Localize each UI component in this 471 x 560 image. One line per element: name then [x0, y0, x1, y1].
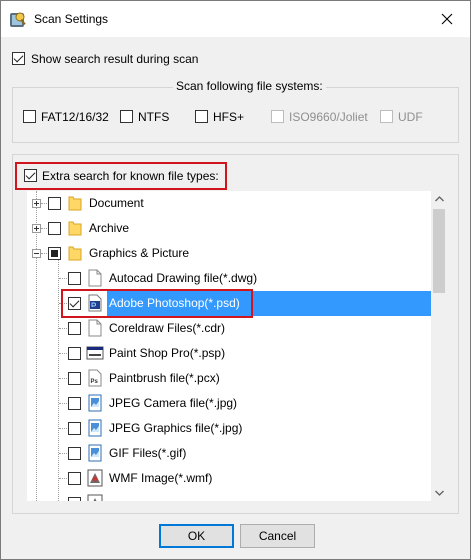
tree-item-label: Archive	[89, 221, 130, 235]
ok-button[interactable]: OK	[159, 524, 234, 548]
tree-checkbox[interactable]	[48, 247, 61, 260]
blank-document-icon	[88, 319, 102, 340]
ntfs-label[interactable]: NTFS	[138, 110, 169, 124]
extra-search-label[interactable]: Extra search for known file types:	[42, 169, 219, 183]
tree-checkbox[interactable]	[68, 422, 81, 435]
iso9660-label: ISO9660/Joliet	[289, 110, 368, 124]
fat-label[interactable]: FAT12/16/32	[41, 110, 109, 124]
tree-item-jpeg-graphics[interactable]: JPEG Graphics file(*.jpg)	[27, 416, 431, 441]
tree-item-label: Coreldraw Files(*.cdr)	[109, 321, 226, 335]
tree-connector	[59, 328, 67, 329]
tree-item-label: Autocad Drawing file(*.dwg)	[109, 271, 258, 285]
tree-scrollbar[interactable]	[431, 191, 447, 501]
tree-item-paint-shop-pro[interactable]: Paint Shop Pro(*.psp)	[27, 341, 431, 366]
tree-checkbox[interactable]	[68, 322, 81, 335]
hfs-label[interactable]: HFS+	[213, 110, 244, 124]
tree-checkbox[interactable]	[48, 222, 61, 235]
tree-item-label: Document	[89, 196, 144, 210]
file-types-tree[interactable]: Document Archive Graphics & Picture Auto…	[27, 191, 447, 501]
tree-connector	[59, 353, 67, 354]
tree-item-label: GIF Files(*.gif)	[109, 446, 187, 460]
close-button[interactable]	[424, 1, 469, 37]
expand-icon[interactable]	[32, 224, 41, 233]
collapse-icon[interactable]	[32, 249, 41, 258]
tree-checkbox[interactable]	[68, 272, 81, 285]
tree-checkbox[interactable]	[68, 447, 81, 460]
tree-item-document[interactable]: Document	[27, 191, 431, 216]
udf-label: UDF	[398, 110, 423, 124]
tree-connector	[59, 278, 67, 279]
folder-icon	[68, 245, 82, 264]
iso9660-checkbox	[271, 110, 284, 123]
tree-checkbox[interactable]	[68, 497, 81, 501]
tree-item-label: Paintbrush file(*.pcx)	[109, 371, 220, 385]
tree-item-coreldraw[interactable]: Coreldraw Files(*.cdr)	[27, 316, 431, 341]
title-bar: Scan Settings	[1, 1, 470, 37]
expand-icon[interactable]	[32, 199, 41, 208]
scan-settings-dialog: Scan Settings Show search result during …	[0, 0, 471, 560]
svg-text:Ps: Ps	[91, 379, 99, 385]
ntfs-checkbox[interactable]	[120, 110, 133, 123]
window-title: Scan Settings	[34, 12, 109, 26]
tree-checkbox[interactable]	[68, 347, 81, 360]
tree-checkbox[interactable]	[68, 397, 81, 410]
scroll-up-button[interactable]	[431, 191, 447, 207]
tree-item-wmf[interactable]: WMF Image(*.wmf)	[27, 466, 431, 491]
scan-settings-app-icon	[9, 10, 27, 28]
udf-checkbox	[380, 110, 393, 123]
folder-icon	[68, 195, 82, 214]
show-search-result-checkbox[interactable]	[12, 52, 25, 65]
tree-item-graphics-picture[interactable]: Graphics & Picture	[27, 241, 431, 266]
scroll-down-button[interactable]	[431, 485, 447, 501]
hfs-checkbox[interactable]	[195, 110, 208, 123]
tree-checkbox[interactable]	[48, 197, 61, 210]
tree-checkbox[interactable]	[68, 372, 81, 385]
image-file-icon	[88, 394, 102, 415]
tree-connector	[59, 403, 67, 404]
folder-icon	[68, 220, 82, 239]
tree-connector	[59, 378, 67, 379]
tree-item-label: WMF Image(*.wmf)	[109, 471, 213, 485]
chevron-up-icon	[434, 196, 444, 202]
wmf-image-icon	[86, 468, 104, 491]
show-search-result-label[interactable]: Show search result during scan	[31, 52, 198, 66]
tree-item-autocad[interactable]: Autocad Drawing file(*.dwg)	[27, 266, 431, 291]
tree-item-label: JPEG Graphics file(*.jpg)	[109, 421, 243, 435]
image-file-icon	[88, 419, 102, 440]
paintbrush-file-icon: Ps	[88, 369, 102, 390]
tree-item-jpeg-camera[interactable]: JPEG Camera file(*.jpg)	[27, 391, 431, 416]
tree-item-archive[interactable]: Archive	[27, 216, 431, 241]
selected-item-highlight	[61, 289, 253, 318]
tree-item-partial[interactable]	[27, 491, 431, 501]
tree-checkbox[interactable]	[68, 472, 81, 485]
scroll-thumb[interactable]	[433, 209, 445, 293]
close-icon	[441, 13, 452, 25]
tree-item-label: JPEG Camera file(*.jpg)	[109, 396, 238, 410]
cancel-button[interactable]: Cancel	[240, 524, 315, 548]
wmf-image-icon	[86, 493, 104, 501]
tree-item-gif[interactable]: GIF Files(*.gif)	[27, 441, 431, 466]
tree-item-paintbrush[interactable]: Ps Paintbrush file(*.pcx)	[27, 366, 431, 391]
blank-document-icon	[88, 269, 102, 290]
tree-item-label: Graphics & Picture	[89, 246, 190, 260]
tree-connector	[59, 428, 67, 429]
tree-connector	[59, 478, 67, 479]
chevron-down-icon	[434, 490, 444, 496]
paint-shop-pro-icon	[86, 345, 104, 364]
tree-item-label: Paint Shop Pro(*.psp)	[109, 346, 226, 360]
tree-connector	[59, 453, 67, 454]
file-systems-caption: Scan following file systems:	[173, 79, 326, 93]
extra-search-checkbox[interactable]	[24, 169, 37, 182]
fat-checkbox[interactable]	[23, 110, 36, 123]
image-file-icon	[88, 444, 102, 465]
